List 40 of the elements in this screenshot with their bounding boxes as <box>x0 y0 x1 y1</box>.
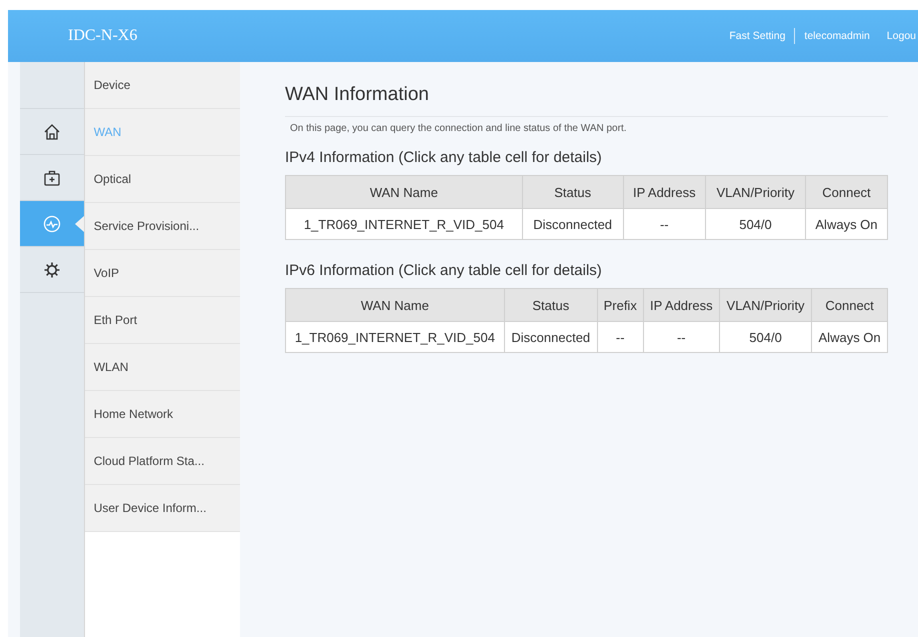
table-cell[interactable]: 1_TR069_INTERNET_R_VID_504 <box>286 322 504 352</box>
menu-item[interactable]: User Device Inform... <box>84 485 240 532</box>
settings-icon <box>42 260 61 278</box>
table-cell[interactable]: Disconnected <box>522 208 623 240</box>
table-cell[interactable]: Always On <box>805 208 888 240</box>
menu-item[interactable]: Device <box>84 62 240 109</box>
menu-item[interactable]: Cloud Platform Sta... <box>84 438 240 485</box>
column-header: WAN Name <box>286 176 522 208</box>
menu-item[interactable]: Optical <box>84 156 240 203</box>
table-cell[interactable]: -- <box>643 322 720 352</box>
column-header: Status <box>522 176 623 208</box>
column-header: Connect <box>812 288 888 322</box>
column-header: IP Address <box>623 176 706 208</box>
page-description: On this page, you can query the connection and line status of the WAN port. <box>290 123 628 134</box>
table-cell[interactable]: -- <box>597 322 644 352</box>
table-cell[interactable]: -- <box>623 208 706 240</box>
column-header: VLAN/Priority <box>706 176 806 208</box>
section-title: IPv4 Information (Click any table cell for details) <box>285 149 603 166</box>
menu-item[interactable]: VoIP <box>84 250 240 297</box>
menu-item[interactable]: Eth Port <box>84 297 240 344</box>
medical-kit-icon <box>42 168 61 186</box>
activity-icon <box>42 214 61 232</box>
section-title: IPv6 Information (Click any table cell for details) <box>285 262 603 279</box>
menu-item[interactable]: Home Network <box>84 391 240 438</box>
column-header: Status <box>504 288 598 322</box>
column-header: Prefix <box>597 288 644 322</box>
table-cell[interactable]: 504/0 <box>706 208 806 240</box>
table-cell[interactable]: Disconnected <box>504 322 598 352</box>
column-header: VLAN/Priority <box>719 288 812 322</box>
column-header: IP Address <box>643 288 720 322</box>
column-header: Connect <box>805 176 888 208</box>
table-cell[interactable]: 504/0 <box>719 322 812 352</box>
column-header: WAN Name <box>286 288 504 322</box>
table-cell[interactable]: Always On <box>812 322 888 352</box>
logo-text: IDC-N-X6 <box>68 27 138 45</box>
table-cell[interactable]: 1_TR069_INTERNET_R_VID_504 <box>286 208 522 240</box>
home-icon <box>42 122 61 140</box>
menu-item[interactable]: Service Provisioni... <box>84 203 240 250</box>
page-title: WAN Information <box>285 84 888 117</box>
menu-item[interactable]: WLAN <box>84 344 240 391</box>
